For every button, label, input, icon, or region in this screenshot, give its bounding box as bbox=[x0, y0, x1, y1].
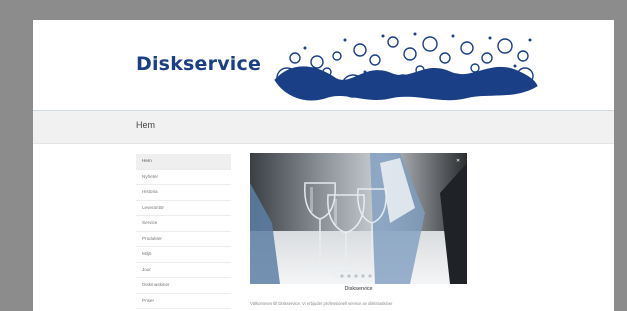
wine-glasses-photo: ✕ bbox=[250, 153, 467, 284]
page: Diskservice Hem Hem Nyheter Historia Lev… bbox=[33, 20, 614, 311]
bubbles-logo-icon bbox=[274, 32, 538, 101]
sidebar-item-jour[interactable]: Jour bbox=[136, 262, 231, 278]
site-logo[interactable]: Diskservice bbox=[136, 53, 261, 75]
page-title: Hem bbox=[136, 120, 156, 130]
svg-text:✕: ✕ bbox=[456, 158, 460, 164]
sidebar-item-service[interactable]: Service bbox=[136, 216, 231, 232]
sidebar-menu: Hem Nyheter Historia Leverantör Service … bbox=[136, 154, 231, 309]
sidebar-item-hem[interactable]: Hem bbox=[136, 154, 231, 170]
sidebar-item-miljo[interactable]: Miljö bbox=[136, 247, 231, 263]
title-bar: Hem bbox=[33, 110, 614, 144]
sidebar-item-leverantor[interactable]: Leverantör bbox=[136, 200, 231, 216]
sidebar-item-nyheter[interactable]: Nyheter bbox=[136, 169, 231, 185]
intro-text: Välkommen till Diskservice. Vi erbjuder … bbox=[250, 301, 393, 306]
slideshow[interactable]: ✕ bbox=[250, 153, 467, 284]
slide-caption: Diskservice bbox=[344, 286, 373, 292]
site-header: Diskservice bbox=[33, 20, 614, 110]
sidebar-item-diskmaskiner[interactable]: Diskmaskiner bbox=[136, 278, 231, 294]
sidebar-item-historia[interactable]: Historia bbox=[136, 185, 231, 201]
sidebar-item-priser[interactable]: Priser bbox=[136, 293, 231, 309]
sidebar-item-produkter[interactable]: Produkter bbox=[136, 231, 231, 247]
